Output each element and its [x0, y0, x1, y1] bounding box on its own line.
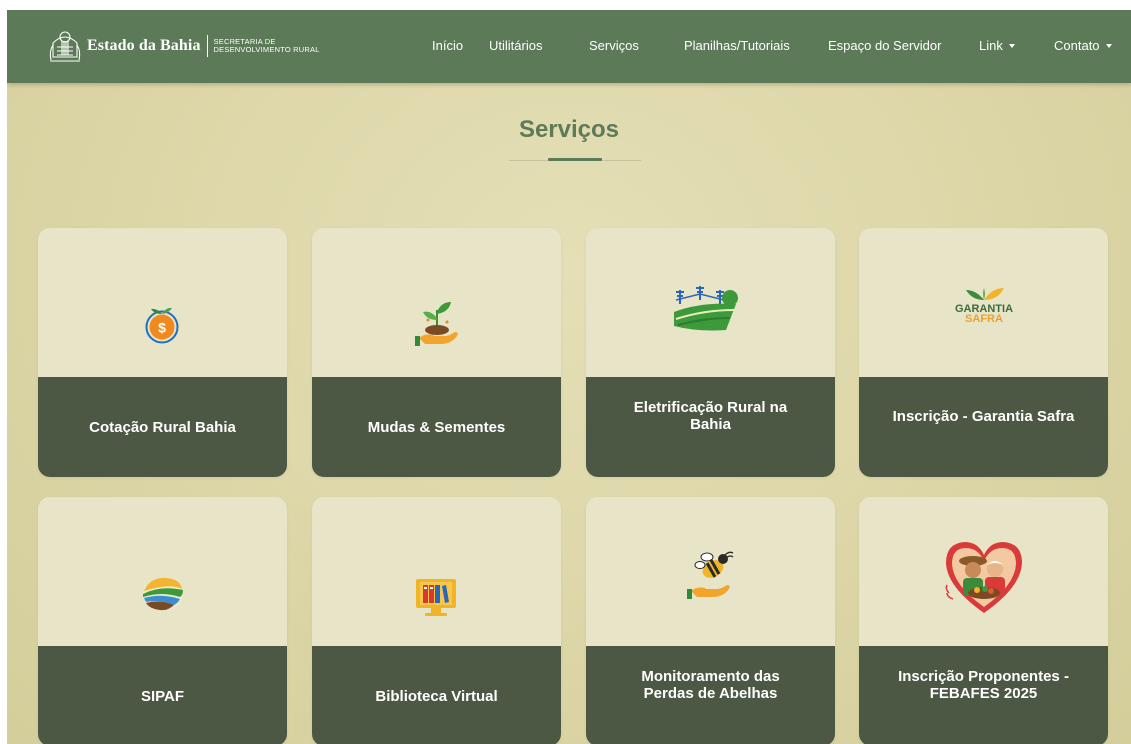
rural-electrification-icon: [674, 286, 738, 331]
service-card-cotacao-rural[interactable]: $ Cotação Rural Bahia: [38, 228, 287, 477]
service-card-monitoramento-abelhas[interactable]: Monitoramento das Perdas de Abelhas: [586, 497, 835, 744]
card-label-area: Inscrição Proponentes - FEBAFES 2025: [859, 646, 1108, 744]
top-navbar: Estado da Bahia SECRETARIA DE DESENVOLVI…: [7, 10, 1131, 83]
service-card-mudas-sementes[interactable]: Mudas & Sementes: [312, 228, 561, 477]
card-image-area: [312, 228, 561, 377]
caret-down-icon: [1105, 44, 1112, 48]
card-label: Eletrificação Rural na Bahia: [633, 399, 788, 433]
card-image-area: $: [38, 228, 287, 377]
card-label: Monitoramento das Perdas de Abelhas: [641, 668, 780, 702]
card-label-area: SIPAF: [38, 646, 287, 744]
service-card-febafes[interactable]: Inscrição Proponentes - FEBAFES 2025: [859, 497, 1108, 744]
card-label-area: Monitoramento das Perdas de Abelhas: [586, 646, 835, 744]
nav-link-label: Link: [979, 38, 1003, 53]
main-nav: Início Utilitários Serviços Planilhas/Tu…: [7, 10, 1131, 83]
card-image-area: [859, 497, 1108, 646]
card-label: Mudas & Sementes: [367, 418, 506, 436]
service-card-biblioteca-virtual[interactable]: Biblioteca Virtual: [312, 497, 561, 744]
nav-servicos[interactable]: Serviços: [589, 38, 639, 53]
card-image-area: [586, 497, 835, 646]
card-label: SIPAF: [140, 687, 185, 705]
caret-down-icon: [1008, 44, 1015, 48]
card-image-area: GARANTIA SAFRA: [859, 228, 1108, 377]
heart-farmers-icon: [945, 542, 1022, 613]
card-image-area: [586, 228, 835, 377]
card-label-area: Mudas & Sementes: [312, 377, 561, 477]
service-card-garantia-safra[interactable]: GARANTIA SAFRA Inscrição - Garantia Safr…: [859, 228, 1108, 477]
bee-hand-icon: [687, 551, 734, 599]
nav-inicio[interactable]: Início: [432, 38, 463, 53]
card-image-area: [312, 497, 561, 646]
title-accent-bar: [548, 158, 602, 161]
card-label-area: Inscrição - Garantia Safra: [859, 377, 1108, 477]
card-image-area: [38, 497, 287, 646]
card-label: Inscrição - Garantia Safra: [892, 407, 1075, 425]
card-label: Biblioteca Virtual: [375, 687, 498, 705]
nav-espaco-servidor[interactable]: Espaço do Servidor: [828, 38, 941, 53]
card-label: Inscrição Proponentes - FEBAFES 2025: [898, 668, 1069, 702]
card-label: Cotação Rural Bahia: [89, 418, 236, 436]
nav-link-dropdown[interactable]: Link: [979, 38, 1015, 53]
nav-contato-dropdown[interactable]: Contato: [1054, 38, 1112, 53]
section-title: Serviços: [518, 116, 620, 143]
card-label-area: Eletrificação Rural na Bahia: [586, 377, 835, 477]
money-orange-icon: $: [145, 307, 179, 344]
card-label-area: Biblioteca Virtual: [312, 646, 561, 744]
service-card-eletrificacao-rural[interactable]: Eletrificação Rural na Bahia: [586, 228, 835, 477]
svg-text:$: $: [158, 320, 166, 336]
service-card-sipaf[interactable]: SIPAF: [38, 497, 287, 744]
seedling-hand-icon: [415, 302, 458, 346]
nav-utilitarios[interactable]: Utilitários: [489, 38, 542, 53]
safra-logo-text: SAFRA: [965, 313, 1003, 325]
garantia-safra-logo: GARANTIA SAFRA: [955, 288, 1013, 325]
page-frame: Estado da Bahia SECRETARIA DE DESENVOLVI…: [7, 10, 1131, 744]
nav-planilhas-tutoriais[interactable]: Planilhas/Tutoriais: [684, 38, 790, 53]
card-label-area: Cotação Rural Bahia: [38, 377, 287, 477]
nav-contato-label: Contato: [1054, 38, 1100, 53]
sipaf-logo-icon: [143, 577, 183, 611]
library-monitor-icon: [416, 579, 456, 616]
